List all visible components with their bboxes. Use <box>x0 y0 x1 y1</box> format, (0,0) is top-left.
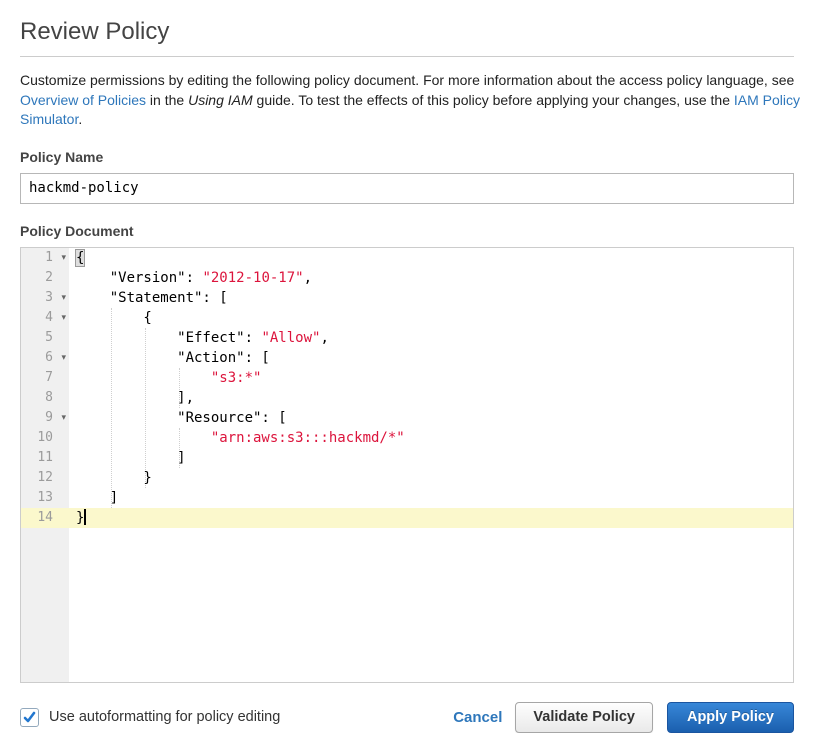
policy-document-editor[interactable]: 1▾23▾4▾56▾789▾1011121314 { "Version": "2… <box>20 247 794 683</box>
policy-document-label: Policy Document <box>20 223 794 239</box>
footer-bar: Use autoformatting for policy editing Ca… <box>20 702 794 733</box>
code-line[interactable]: { <box>69 308 793 328</box>
line-number: 4▾ <box>21 308 69 328</box>
line-number: 1▾ <box>21 248 69 268</box>
line-number: 7 <box>21 368 69 388</box>
fold-toggle-icon[interactable]: ▾ <box>61 248 66 268</box>
cancel-link[interactable]: Cancel <box>453 709 502 726</box>
policy-name-input[interactable] <box>20 173 794 204</box>
line-number: 11 <box>21 448 69 468</box>
line-number: 12 <box>21 468 69 488</box>
title-divider <box>20 56 794 57</box>
line-number: 2 <box>21 268 69 288</box>
intro-part4: . <box>78 111 82 127</box>
overview-of-policies-link[interactable]: Overview of Policies <box>20 92 146 108</box>
code-line[interactable]: "Action": [ <box>69 348 793 368</box>
code-line[interactable]: ], <box>69 388 793 408</box>
check-icon <box>23 711 36 724</box>
line-number: 14 <box>21 508 69 528</box>
code-line[interactable]: "arn:aws:s3:::hackmd/*" <box>69 428 793 448</box>
code-line[interactable]: "Statement": [ <box>69 288 793 308</box>
code-line[interactable]: } <box>69 468 793 488</box>
intro-part1: Customize permissions by editing the fol… <box>20 72 794 88</box>
page-title: Review Policy <box>20 18 794 46</box>
editor-code-area[interactable]: { "Version": "2012-10-17", "Statement": … <box>69 248 793 682</box>
validate-policy-button[interactable]: Validate Policy <box>515 702 653 733</box>
code-line[interactable]: "Resource": [ <box>69 408 793 428</box>
code-line[interactable]: "Effect": "Allow", <box>69 328 793 348</box>
line-number: 10 <box>21 428 69 448</box>
fold-toggle-icon[interactable]: ▾ <box>61 348 66 368</box>
intro-text: Customize permissions by editing the fol… <box>20 71 800 130</box>
footer-actions: Cancel Validate Policy Apply Policy <box>453 702 794 733</box>
code-line[interactable]: "s3:*" <box>69 368 793 388</box>
apply-policy-button[interactable]: Apply Policy <box>667 702 794 733</box>
line-number: 6▾ <box>21 348 69 368</box>
review-policy-page: Review Policy Customize permissions by e… <box>0 0 814 733</box>
line-number: 8 <box>21 388 69 408</box>
intro-part3: guide. To test the effects of this polic… <box>253 92 734 108</box>
autoformat-option[interactable]: Use autoformatting for policy editing <box>20 708 280 727</box>
editor-gutter: 1▾23▾4▾56▾789▾1011121314 <box>21 248 69 682</box>
intro-part2: in the <box>146 92 188 108</box>
code-line[interactable]: ] <box>69 448 793 468</box>
autoformat-checkbox[interactable] <box>20 708 39 727</box>
fold-toggle-icon[interactable]: ▾ <box>61 308 66 328</box>
line-number: 3▾ <box>21 288 69 308</box>
using-iam-text: Using IAM <box>188 92 253 108</box>
code-line[interactable]: } <box>69 508 793 528</box>
line-number: 9▾ <box>21 408 69 428</box>
autoformat-label: Use autoformatting for policy editing <box>49 709 280 725</box>
code-line[interactable]: ] <box>69 488 793 508</box>
text-cursor <box>84 509 86 525</box>
code-line[interactable]: "Version": "2012-10-17", <box>69 268 793 288</box>
policy-name-label: Policy Name <box>20 149 794 165</box>
line-number: 13 <box>21 488 69 508</box>
code-line[interactable]: { <box>69 248 793 268</box>
line-number: 5 <box>21 328 69 348</box>
fold-toggle-icon[interactable]: ▾ <box>61 408 66 428</box>
fold-toggle-icon[interactable]: ▾ <box>61 288 66 308</box>
